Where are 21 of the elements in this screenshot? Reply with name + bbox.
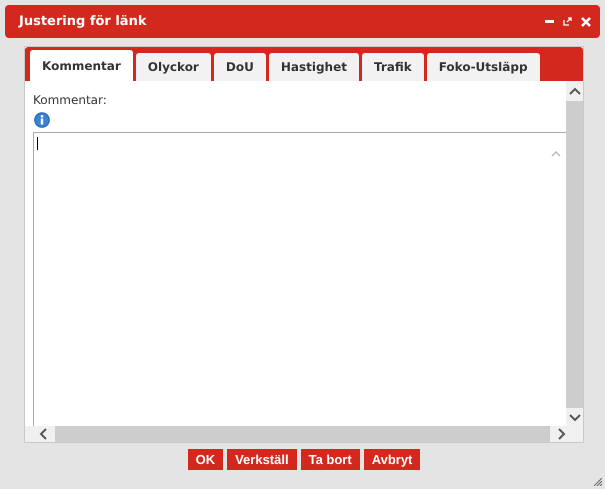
tab[interactable]: Trafik [362,53,424,81]
tab[interactable]: Hastighet [268,53,359,81]
scroll-left-icon[interactable] [39,428,47,440]
tab[interactable]: Foko-Utsläpp [426,53,540,81]
tab[interactable]: Kommentar [30,50,133,81]
window-title: Justering för länk [19,14,146,29]
comment-label: Kommentar: [33,93,108,107]
scroll-right-icon[interactable] [558,428,566,440]
dialog-button[interactable]: Ta bort [300,449,360,470]
scroll-up-icon[interactable] [568,87,580,95]
popout-icon[interactable] [563,17,572,26]
tab[interactable]: DoU [214,53,266,81]
tab[interactable]: Olyckor [136,53,211,81]
dialog-button[interactable]: Verkställ [227,449,297,470]
dialog-button[interactable]: Avbryt [364,449,420,470]
close-icon[interactable] [581,16,591,26]
scroll-down-icon[interactable] [568,414,580,422]
comment-field[interactable] [33,132,566,426]
resize-grip-icon[interactable] [594,478,602,486]
info-icon[interactable] [34,112,50,128]
dialog-button[interactable]: OK [188,449,224,470]
